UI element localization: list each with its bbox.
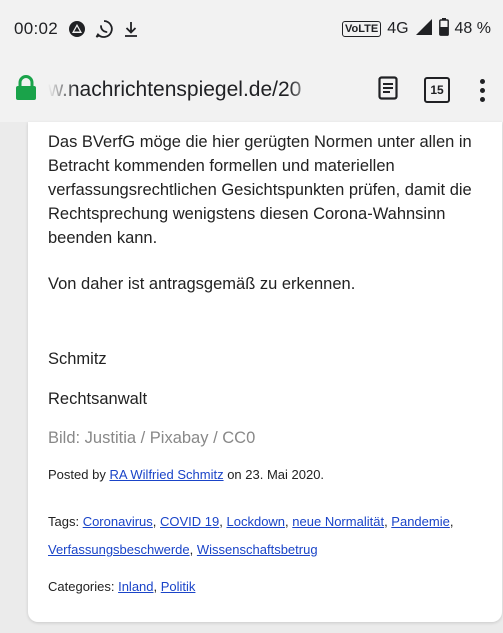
post-tags: Tags: Coronavirus, COVID 19, Lockdown, n…: [48, 514, 454, 557]
status-right: VoLTE 4G 48 %: [341, 17, 491, 41]
signal-icon: [415, 18, 433, 41]
overflow-menu-icon[interactable]: [476, 78, 489, 102]
tag-link[interactable]: COVID 19: [160, 514, 219, 529]
tags-label: Tags:: [48, 514, 83, 529]
author-link[interactable]: RA Wilfried Schmitz: [109, 467, 223, 482]
browser-actions: 15: [378, 75, 489, 105]
tag-link[interactable]: Verfassungsbeschwerde: [48, 542, 190, 557]
whatsapp-icon: [94, 19, 114, 39]
url-bar: w.nachrichtenspiegel.de/20 15: [0, 58, 503, 122]
posted-date: on 23. Mai 2020.: [223, 467, 325, 482]
category-link[interactable]: Inland: [118, 579, 153, 594]
posted-by-prefix: Posted by: [48, 467, 110, 482]
url-field[interactable]: w.nachrichtenspiegel.de/20: [48, 78, 318, 102]
article-card: Das BVerfG möge die hier gerügten Normen…: [28, 122, 502, 622]
article-paragraph: Das BVerfG möge die hier gerügten Normen…: [48, 133, 472, 247]
signature-name: Schmitz: [48, 350, 107, 368]
post-meta: Posted by RA Wilfried Schmitz on 23. Mai…: [48, 464, 488, 486]
download-icon: [122, 20, 140, 38]
network-type: 4G: [387, 20, 409, 37]
battery-level: 48 %: [454, 20, 491, 37]
categories-label: Categories:: [48, 579, 119, 594]
tag-link[interactable]: Wissenschaftsbetrug: [197, 542, 318, 557]
lock-icon[interactable]: [14, 74, 48, 106]
tag-link[interactable]: Pandemie: [391, 514, 450, 529]
tab-switcher-button[interactable]: 15: [424, 77, 450, 103]
tag-link[interactable]: neue Normalität: [292, 514, 384, 529]
tag-link[interactable]: Coronavirus: [83, 514, 153, 529]
article-paragraph: Von daher ist antragsgemäß zu erkennen.: [48, 275, 356, 293]
status-bar: 00:02 VoLTE 4G 48 %: [0, 0, 503, 58]
post-categories: Categories: Inland, Politik: [48, 579, 196, 594]
signature-title: Rechtsanwalt: [48, 390, 148, 408]
status-time: 00:02: [14, 19, 59, 38]
reader-mode-icon[interactable]: [378, 75, 398, 105]
image-credit: Bild: Justitia / Pixabay / CC0: [48, 429, 256, 447]
volte-badge: VoLTE: [341, 21, 382, 37]
alert-triangle-icon: [68, 20, 86, 38]
category-link[interactable]: Politik: [161, 579, 196, 594]
tag-link[interactable]: Lockdown: [227, 514, 286, 529]
battery-icon: [438, 17, 449, 41]
